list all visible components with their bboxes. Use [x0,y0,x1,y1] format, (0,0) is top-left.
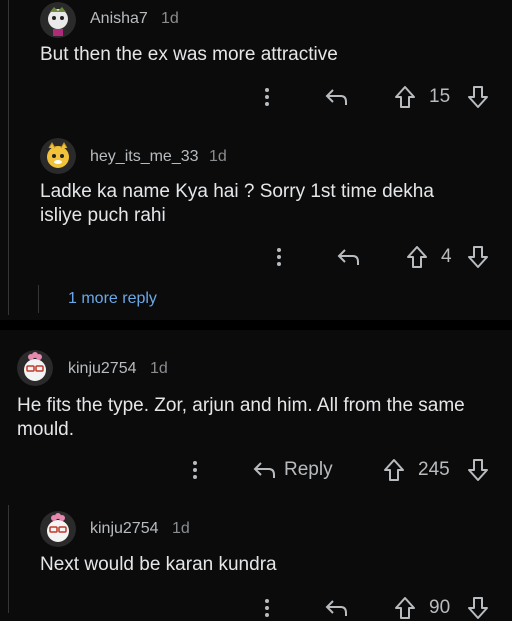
upvote-icon [395,597,415,619]
vote-count: 4 [441,246,452,267]
comment-body-line: He fits the type. Zor, arjun and him. Al… [17,395,465,416]
more-vertical-icon [265,88,269,106]
timestamp: 1d [150,360,168,377]
thread-line [8,505,9,613]
reply-button[interactable]: Reply [252,457,333,483]
timestamp: 1d [161,10,179,27]
upvote-button[interactable] [394,84,416,110]
more-vertical-icon [193,461,197,479]
comment-separator [0,320,512,330]
downvote-icon [468,597,488,619]
upvote-icon [384,459,404,481]
comment-body: He fits the type. Zor, arjun and him. Al… [17,394,465,442]
timestamp: 1d [172,520,190,537]
more-vertical-icon [265,599,269,617]
downvote-button[interactable] [467,457,489,483]
more-options-button[interactable] [270,244,288,270]
downvote-button[interactable] [467,595,489,621]
reply-arrow-icon [325,89,347,105]
reply-label: Reply [284,459,333,480]
username[interactable]: Anisha7 [90,10,148,28]
username[interactable]: kinju2754 [90,520,159,538]
username[interactable]: hey_its_me_33 [90,148,199,166]
reply-button[interactable] [336,244,360,270]
reply-arrow-icon [253,462,275,478]
comment-body-line: mould. [17,419,75,440]
timestamp: 1d [209,148,227,165]
thread-line [8,0,9,315]
comment-body: But then the ex was more attractive [40,44,338,65]
vote-count: 15 [429,86,451,107]
more-replies-link[interactable]: 1 more reply [68,290,157,308]
more-vertical-icon [277,248,281,266]
upvote-icon [407,246,427,268]
downvote-icon [468,86,488,108]
downvote-icon [468,459,488,481]
vote-count: 245 [418,459,450,480]
more-options-button[interactable] [186,457,204,483]
username[interactable]: kinju2754 [68,360,137,378]
more-options-button[interactable] [258,84,276,110]
comment-body: Next would be karan kundra [40,554,277,575]
more-options-button[interactable] [258,595,276,621]
avatar[interactable] [17,350,53,386]
downvote-button[interactable] [467,84,489,110]
upvote-button[interactable] [383,457,405,483]
reply-arrow-icon [325,600,347,616]
upvote-icon [395,86,415,108]
comment-body-line: isliye puch rahi [40,205,166,226]
downvote-icon [468,246,488,268]
reply-arrow-icon [337,249,359,265]
reply-button[interactable] [324,595,348,621]
downvote-button[interactable] [467,244,489,270]
comment-body: Ladke ka name Kya hai ? Sorry 1st time d… [40,180,434,228]
reply-button[interactable] [324,84,348,110]
avatar[interactable] [40,138,76,174]
avatar[interactable] [40,511,76,547]
vote-count: 90 [429,597,451,618]
upvote-button[interactable] [394,595,416,621]
upvote-button[interactable] [406,244,428,270]
thread-line [38,285,39,313]
comment-body-line: Ladke ka name Kya hai ? Sorry 1st time d… [40,181,434,202]
avatar[interactable] [40,2,76,38]
